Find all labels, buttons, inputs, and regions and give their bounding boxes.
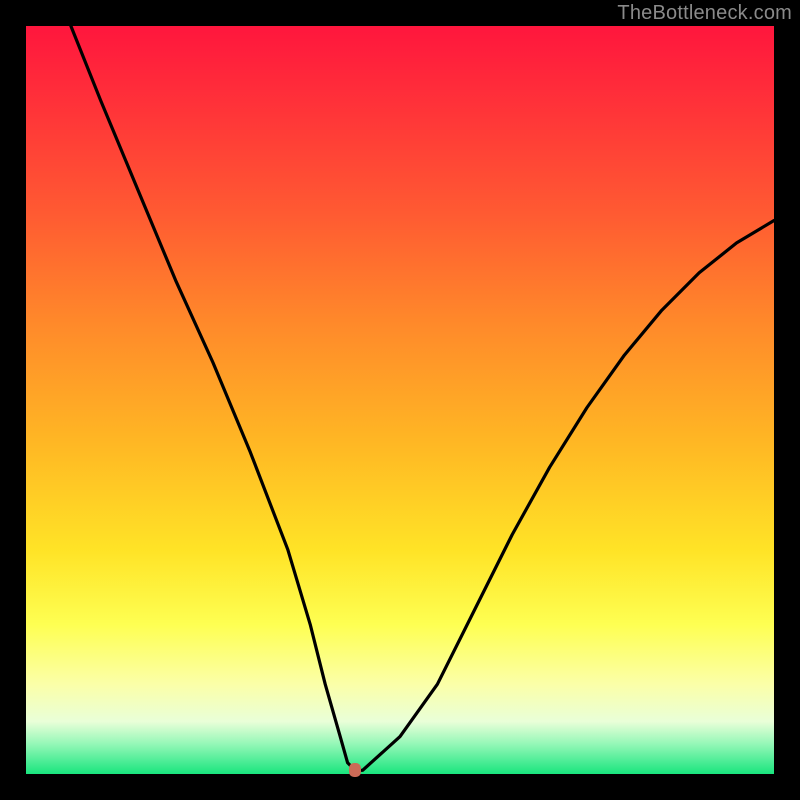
bottleneck-curve — [26, 26, 774, 774]
watermark-text: TheBottleneck.com — [617, 2, 792, 25]
chart-frame: TheBottleneck.com — [0, 0, 800, 800]
optimal-point-marker — [349, 763, 361, 777]
plot-area — [26, 26, 774, 774]
